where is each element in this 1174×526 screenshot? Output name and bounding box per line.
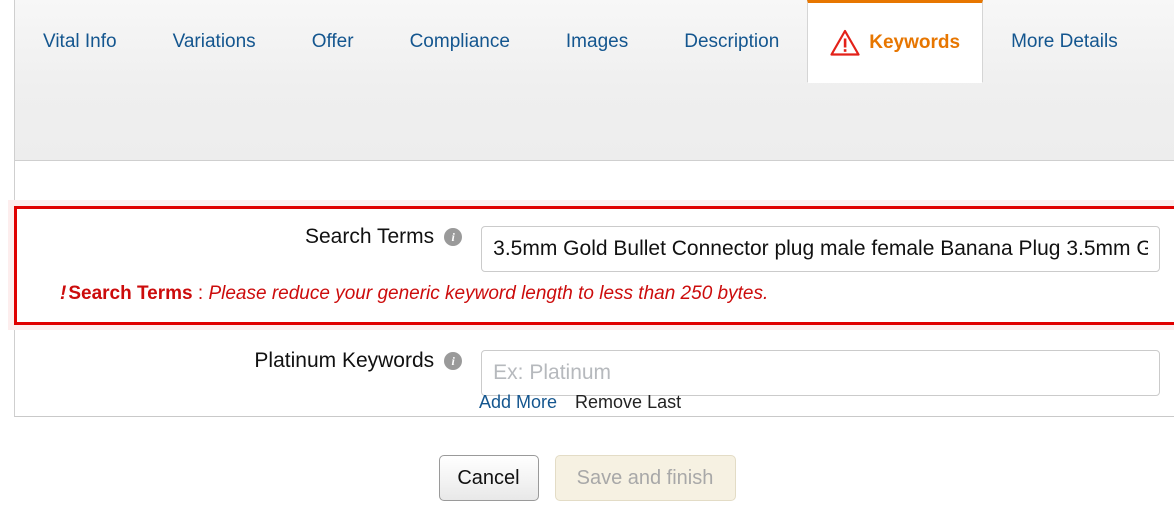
search-terms-label: Search Terms (305, 225, 435, 248)
tab-images[interactable]: Images (538, 0, 656, 82)
tab-bar: Vital Info Variations Offer Compliance I… (14, 0, 1174, 161)
warning-triangle-icon (830, 29, 860, 56)
keywords-form-page: Vital Info Variations Offer Compliance I… (0, 0, 1174, 526)
keyword-list-actions: Add More Remove Last (479, 392, 681, 413)
search-terms-input[interactable] (481, 226, 1160, 272)
tab-offer[interactable]: Offer (284, 0, 382, 82)
tab-label: Description (684, 30, 780, 52)
tab-list: Vital Info Variations Offer Compliance I… (15, 0, 1146, 83)
search-terms-row: Search Terms i (220, 226, 1160, 272)
tab-label: Variations (172, 30, 256, 52)
info-icon[interactable]: i (444, 351, 463, 370)
tab-label: More Details (1011, 30, 1118, 52)
tab-more-details[interactable]: More Details (983, 0, 1146, 82)
add-more-link[interactable]: Add More (479, 392, 557, 412)
error-field-name: Search Terms (68, 283, 193, 304)
platinum-keywords-input[interactable] (481, 350, 1160, 396)
save-and-finish-button[interactable]: Save and finish (554, 455, 736, 501)
tab-label: Compliance (409, 30, 510, 52)
tab-description[interactable]: Description (656, 0, 807, 82)
search-terms-error-message: ! Search Terms : Please reduce your gener… (60, 284, 768, 303)
form-button-bar: Cancel Save and finish (0, 455, 1174, 501)
tab-label: Images (565, 30, 629, 52)
tab-label: Vital Info (43, 30, 117, 52)
tab-label: Offer (311, 30, 354, 52)
tab-label: Keywords (869, 32, 961, 53)
tab-keywords[interactable]: Keywords (807, 0, 984, 83)
platinum-keywords-label: Platinum Keywords (254, 349, 435, 372)
remove-last-link[interactable]: Remove Last (575, 392, 681, 412)
error-exclamation-icon: ! (60, 283, 67, 304)
error-description: Please reduce your generic keyword lengt… (208, 283, 769, 304)
tab-compliance[interactable]: Compliance (382, 0, 538, 82)
error-separator: : (192, 283, 209, 304)
info-icon[interactable]: i (444, 227, 463, 246)
cancel-button[interactable]: Cancel (438, 455, 539, 501)
tab-vital-info[interactable]: Vital Info (15, 0, 145, 82)
tab-variations[interactable]: Variations (145, 0, 284, 82)
platinum-keywords-row: Platinum Keywords i (220, 350, 1160, 396)
